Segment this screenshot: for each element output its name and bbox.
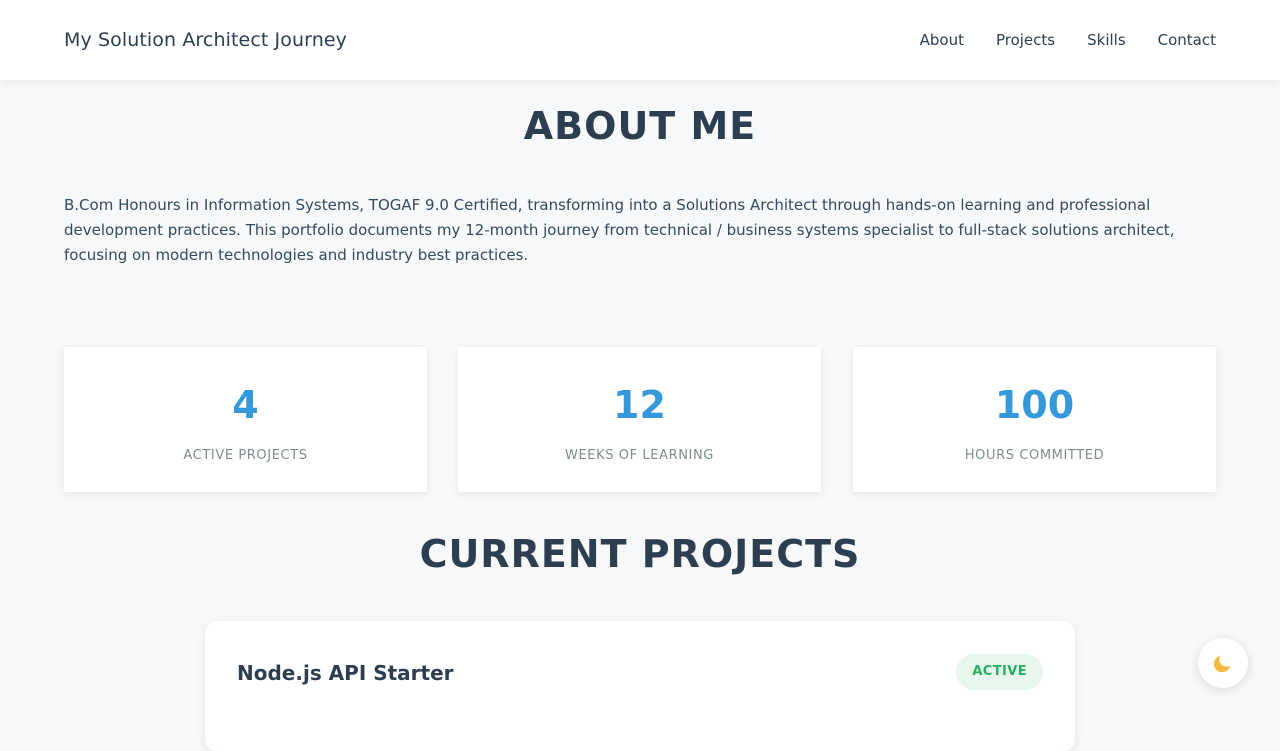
- nav-link-about[interactable]: About: [920, 31, 964, 49]
- project-card[interactable]: Node.js API Starter ACTIVE: [205, 621, 1075, 751]
- about-heading: ABOUT ME: [523, 104, 757, 148]
- stat-value: 4: [232, 383, 259, 427]
- nav-link-contact[interactable]: Contact: [1158, 31, 1216, 49]
- moon-icon: [1213, 655, 1231, 673]
- project-title: Node.js API Starter: [237, 661, 454, 685]
- nav-link-skills[interactable]: Skills: [1087, 31, 1126, 49]
- nav-link-projects[interactable]: Projects: [996, 31, 1055, 49]
- projects-heading: CURRENT PROJECTS: [419, 532, 861, 576]
- top-navbar: My Solution Architect Journey About Proj…: [0, 0, 1280, 80]
- stat-label: WEEKS OF LEARNING: [565, 448, 714, 463]
- status-badge: ACTIVE: [956, 654, 1043, 690]
- stat-card-hours-committed: 100 HOURS COMMITTED: [853, 347, 1216, 492]
- stat-value: 12: [613, 383, 666, 427]
- about-description: B.Com Honours in Information Systems, TO…: [64, 196, 1175, 264]
- stat-label: HOURS COMMITTED: [964, 448, 1105, 463]
- site-brand[interactable]: My Solution Architect Journey: [64, 29, 347, 51]
- theme-toggle-button[interactable]: [1198, 638, 1248, 688]
- stat-card-active-projects: 4 ACTIVE PROJECTS: [64, 347, 427, 492]
- stat-value: 100: [994, 383, 1075, 427]
- main-nav: About Projects Skills Contact: [920, 31, 1216, 49]
- stat-label: ACTIVE PROJECTS: [183, 448, 308, 463]
- stat-card-weeks-of-learning: 12 WEEKS OF LEARNING: [458, 347, 821, 492]
